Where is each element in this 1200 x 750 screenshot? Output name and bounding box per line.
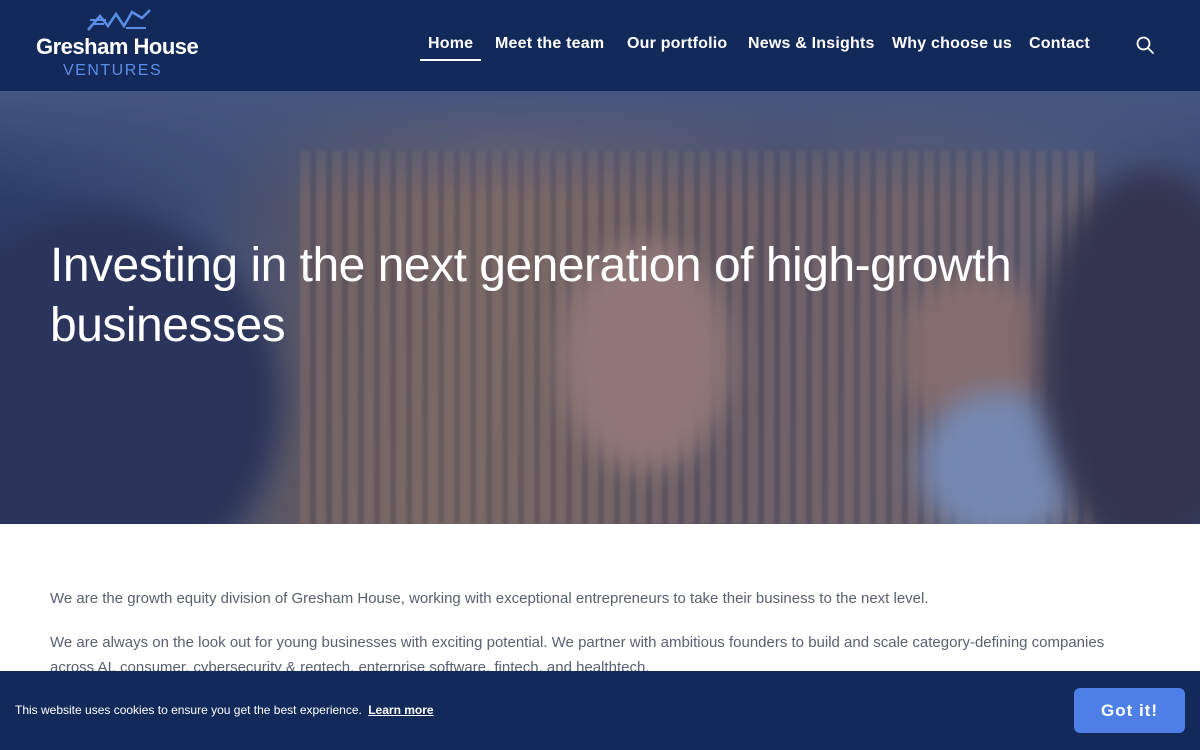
learn-more-link[interactable]: Learn more	[368, 703, 433, 717]
logo-subtitle: VENTURES	[63, 62, 163, 79]
cookie-message: This website uses cookies to ensure you …	[15, 703, 434, 717]
cookie-text: This website uses cookies to ensure you …	[15, 703, 362, 717]
nav-contact[interactable]: Contact	[1029, 35, 1090, 53]
nav-meet-the-team[interactable]: Meet the team	[495, 35, 604, 53]
got-it-button[interactable]: Got it!	[1074, 688, 1185, 733]
nav-home[interactable]: Home	[419, 35, 482, 61]
search-icon[interactable]	[1135, 35, 1155, 55]
intro-paragraph: We are the growth equity division of Gre…	[50, 590, 929, 607]
nav-why-choose-us[interactable]: Why choose us	[892, 35, 1012, 53]
logo-brand: Gresham House	[36, 34, 199, 59]
hero-banner: Investing in the next generation of high…	[0, 91, 1200, 524]
logo[interactable]: Gresham House VENTURES	[36, 8, 206, 82]
grasshopper-logo-icon	[87, 9, 151, 31]
nav-news-insights[interactable]: News & Insights	[748, 35, 875, 53]
cookie-banner: This website uses cookies to ensure you …	[0, 671, 1200, 750]
site-header: Gresham House VENTURES Home Meet the tea…	[0, 0, 1200, 91]
hero-title: Investing in the next generation of high…	[50, 239, 1012, 352]
nav-our-portfolio[interactable]: Our portfolio	[627, 35, 727, 53]
